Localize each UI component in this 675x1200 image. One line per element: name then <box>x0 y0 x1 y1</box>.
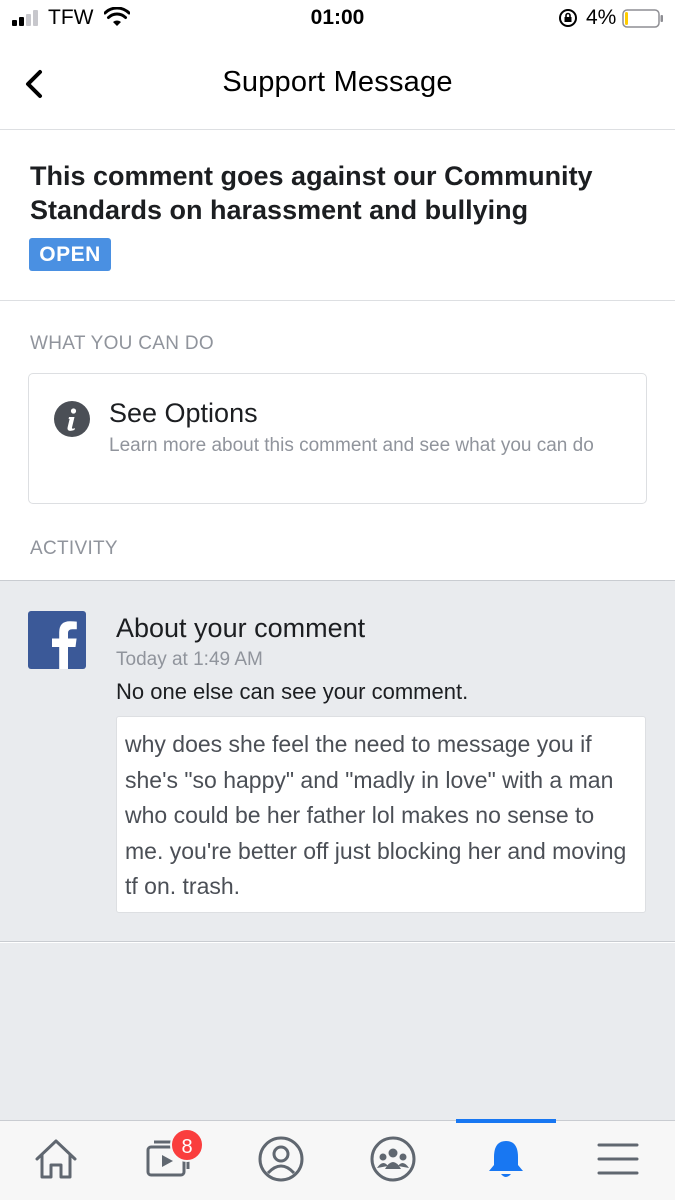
page-title: Support Message <box>222 66 453 98</box>
see-options-card[interactable]: See Options Learn more about this commen… <box>28 373 647 504</box>
menu-icon <box>597 1143 639 1175</box>
info-icon <box>54 401 90 437</box>
tab-watch[interactable] <box>112 1121 224 1200</box>
tab-bar: 8 <box>0 1119 675 1200</box>
battery-percent: 4% <box>586 6 617 29</box>
message-headline: This comment goes against our Community … <box>30 161 593 225</box>
tab-home[interactable] <box>0 1121 112 1200</box>
message-header: This comment goes against our Community … <box>0 131 675 301</box>
watch-notification-badge: 8 <box>170 1128 204 1162</box>
see-options-description: Learn more about this comment and see wh… <box>109 435 594 456</box>
profile-icon <box>258 1136 304 1182</box>
see-options-title: See Options <box>109 398 258 428</box>
battery-icon <box>622 9 663 28</box>
activity-note: No one else can see your comment. <box>116 679 469 704</box>
what-you-can-do-label: WHAT YOU CAN DO <box>30 333 214 354</box>
activity-timestamp: Today at 1:49 AM <box>116 649 263 670</box>
status-bar: TFW 01:00 4% <box>0 0 675 38</box>
home-icon <box>35 1139 77 1179</box>
bell-icon <box>489 1141 523 1177</box>
reported-comment-text: why does she feel the need to message yo… <box>116 716 646 913</box>
groups-icon <box>370 1136 416 1182</box>
status-badge: OPEN <box>29 238 111 271</box>
activity-title: About your comment <box>116 613 366 643</box>
tab-menu[interactable] <box>562 1121 674 1200</box>
activity-label: ACTIVITY <box>30 538 118 559</box>
tab-groups[interactable] <box>337 1121 449 1200</box>
activity-item: About your comment Today at 1:49 AM No o… <box>0 580 675 942</box>
tab-notifications[interactable] <box>450 1121 562 1200</box>
tab-profile[interactable] <box>225 1121 337 1200</box>
empty-area <box>0 943 675 1121</box>
rotation-lock-icon <box>559 9 577 27</box>
navigation-bar: Support Message <box>0 38 675 130</box>
facebook-logo-icon <box>28 611 86 669</box>
